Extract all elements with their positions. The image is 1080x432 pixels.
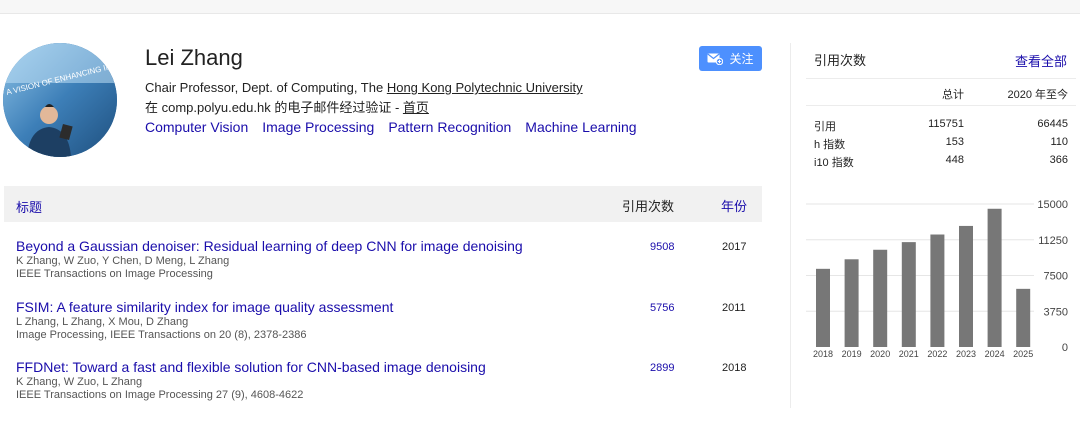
interest-link[interactable]: Image Processing bbox=[262, 119, 374, 135]
email-verified-text: 在 comp.polyu.edu.hk 的电子邮件经过验证 - bbox=[145, 100, 403, 115]
research-interests: Computer Vision Image Processing Pattern… bbox=[145, 119, 637, 135]
stat-since: 110 bbox=[1050, 136, 1068, 148]
profile-affiliation: Chair Professor, Dept. of Computing, The… bbox=[145, 80, 583, 95]
x-tick-label: 2022 bbox=[927, 349, 947, 359]
col-since: 2020 年至今 bbox=[1007, 89, 1068, 101]
view-all-link[interactable]: 查看全部 bbox=[1015, 51, 1067, 70]
chart-bar[interactable] bbox=[901, 242, 916, 347]
paper-venue: IEEE Transactions on Image Processing bbox=[16, 268, 213, 280]
follow-label: 关注 bbox=[729, 52, 754, 66]
table-row: FSIM: A feature similarity index for ima… bbox=[16, 299, 762, 342]
affiliation-link[interactable]: Hong Kong Polytechnic University bbox=[387, 80, 583, 95]
interest-link[interactable]: Computer Vision bbox=[145, 119, 248, 135]
stat-since: 66445 bbox=[1037, 118, 1068, 130]
paper-venue: Image Processing, IEEE Transactions on 2… bbox=[16, 329, 307, 341]
avatar: A VISION OF ENHANCING IMAG bbox=[3, 43, 117, 157]
stats-row: 引用 115751 66445 bbox=[806, 115, 1076, 133]
homepage-link[interactable]: 首页 bbox=[403, 100, 429, 115]
affiliation-text: Chair Professor, Dept. of Computing, The bbox=[145, 80, 387, 95]
x-tick-label: 2024 bbox=[985, 349, 1005, 359]
stat-since: 366 bbox=[1049, 154, 1068, 166]
paper-year: 2017 bbox=[722, 241, 747, 253]
stat-label: 引用 bbox=[814, 121, 836, 133]
x-tick-label: 2020 bbox=[870, 349, 890, 359]
profile-email: 在 comp.polyu.edu.hk 的电子邮件经过验证 - 首页 bbox=[145, 97, 429, 116]
stat-total: 115751 bbox=[928, 118, 964, 130]
x-tick-label: 2018 bbox=[813, 349, 833, 359]
stat-total: 448 bbox=[945, 154, 964, 166]
y-tick-label: 7500 bbox=[1044, 271, 1068, 283]
chart-bar[interactable] bbox=[930, 234, 945, 347]
col-total: 总计 bbox=[942, 89, 964, 101]
chart-bar[interactable] bbox=[987, 208, 1002, 347]
follow-button[interactable]: 关注 bbox=[699, 46, 762, 71]
sort-by-title[interactable]: 标题 bbox=[16, 197, 42, 216]
stat-label: h 指数 bbox=[814, 139, 846, 151]
paper-venue: IEEE Transactions on Image Processing 27… bbox=[16, 389, 304, 401]
x-tick-label: 2025 bbox=[1013, 349, 1033, 359]
citations-by-year-chart: 0 3750 7500 11250 15000 2018 2019 2020 2021 2022 2… bbox=[806, 190, 1080, 370]
paper-authors: K Zhang, W Zuo, L Zhang bbox=[16, 376, 143, 388]
profile-name: Lei Zhang bbox=[145, 45, 243, 70]
stat-label: i10 指数 bbox=[814, 157, 854, 169]
chart-bar[interactable] bbox=[959, 225, 973, 347]
table-header: 标题 引用次数 年份 bbox=[4, 186, 762, 222]
sort-by-year[interactable]: 年份 bbox=[721, 196, 747, 215]
paper-citations-link[interactable]: 2899 bbox=[650, 362, 674, 374]
x-tick-label: 2019 bbox=[842, 349, 862, 359]
interest-link[interactable]: Machine Learning bbox=[525, 119, 636, 135]
interest-link[interactable]: Pattern Recognition bbox=[388, 119, 511, 135]
paper-year: 2018 bbox=[722, 362, 747, 374]
y-tick-label: 11250 bbox=[1038, 235, 1068, 247]
x-tick-label: 2023 bbox=[956, 349, 976, 359]
stat-total: 153 bbox=[945, 136, 964, 148]
y-tick-label: 3750 bbox=[1044, 306, 1068, 318]
paper-authors: K Zhang, W Zuo, Y Chen, D Meng, L Zhang bbox=[16, 255, 230, 267]
sidebar-divider bbox=[790, 43, 791, 408]
envelope-plus-icon bbox=[707, 53, 724, 65]
paper-authors: L Zhang, L Zhang, X Mou, D Zhang bbox=[16, 316, 189, 328]
stats-row: h 指数 153 110 bbox=[806, 133, 1076, 151]
paper-citations-link[interactable]: 5756 bbox=[650, 302, 674, 314]
x-tick-label: 2021 bbox=[899, 349, 919, 359]
chart-bar[interactable] bbox=[844, 259, 859, 347]
paper-year: 2011 bbox=[722, 302, 746, 314]
sort-by-citations[interactable]: 引用次数 bbox=[622, 196, 674, 215]
stats-header: 总计 2020 年至今 bbox=[806, 78, 1076, 106]
paper-citations-link[interactable]: 9508 bbox=[650, 241, 674, 253]
chart-bar[interactable] bbox=[816, 268, 830, 347]
table-row: Beyond a Gaussian denoiser: Residual lea… bbox=[16, 238, 762, 281]
chart-bar[interactable] bbox=[1016, 288, 1031, 347]
cited-by-title: 引用次数 bbox=[814, 53, 867, 68]
stats-row: i10 指数 448 366 bbox=[806, 151, 1076, 169]
y-tick-label: 15000 bbox=[1037, 199, 1068, 211]
chart-bar[interactable] bbox=[873, 249, 888, 347]
table-row: FFDNet: Toward a fast and flexible solut… bbox=[16, 359, 762, 402]
y-tick-label: 0 bbox=[1062, 342, 1068, 354]
top-bar bbox=[0, 0, 1080, 14]
citation-stats-table: 总计 2020 年至今 引用 115751 66445 h 指数 153 110… bbox=[806, 78, 1076, 169]
